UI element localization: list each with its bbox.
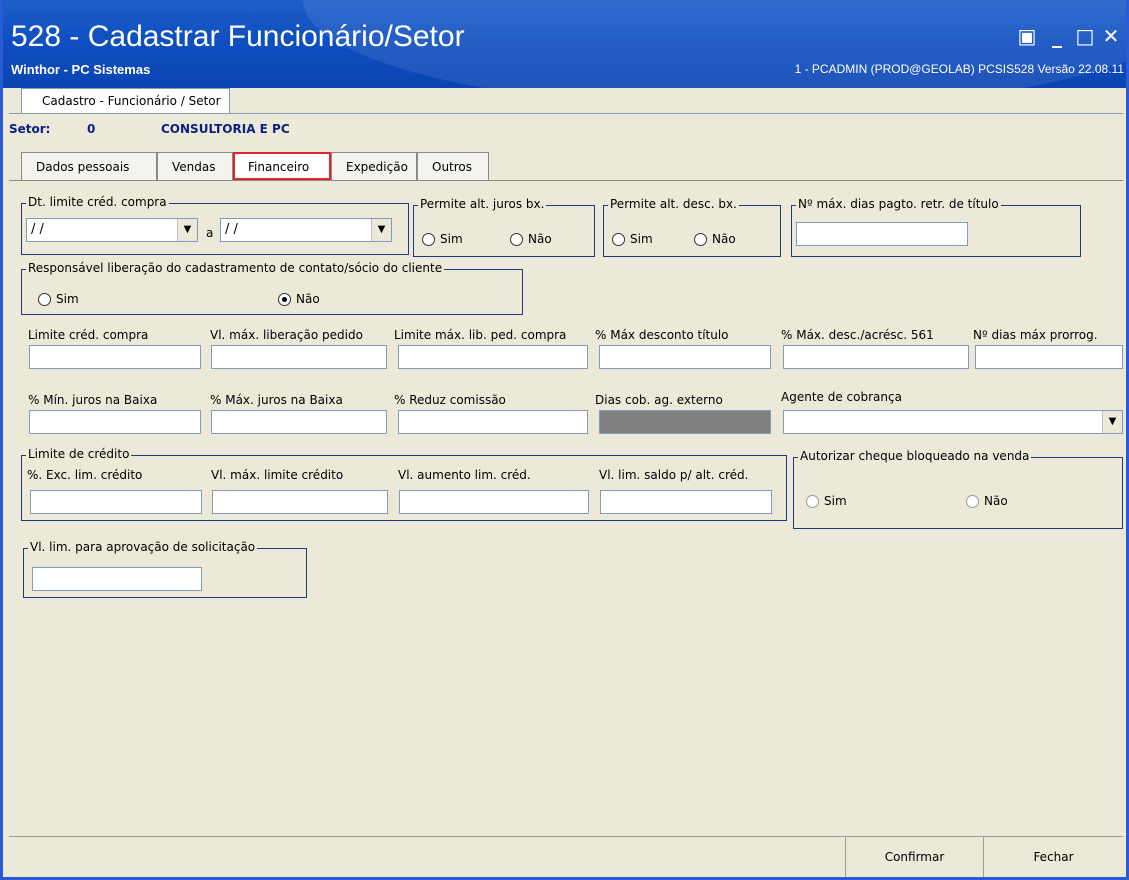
dias-max-prorrog-label: Nº dias máx prorrog.	[973, 328, 1098, 342]
juros-sim-label: Sim	[440, 232, 463, 246]
dt-limite-title: Dt. limite créd. compra	[26, 195, 169, 209]
dias-max-prorrog-input[interactable]	[975, 345, 1123, 369]
vl-max-lim-credito-label: Vl. máx. limite crédito	[211, 468, 344, 482]
agente-cobranca-label: Agente de cobrança	[781, 390, 902, 404]
max-desc-titulo-input[interactable]	[599, 345, 771, 369]
tab-dados-pessoais[interactable]: Dados pessoais	[21, 152, 157, 180]
desc-nao-radio[interactable]: Não	[694, 232, 736, 246]
chevron-down-icon[interactable]: ▼	[177, 219, 197, 241]
setor-code: 0	[87, 122, 96, 136]
exc-lim-credito-input[interactable]	[30, 490, 202, 514]
limite-cred-compra-input[interactable]	[29, 345, 201, 369]
cheque-title: Autorizar cheque bloqueado na venda	[798, 449, 1032, 463]
desc-title: Permite alt. desc. bx.	[608, 197, 739, 211]
max-juros-baixa-label: % Máx. juros na Baixa	[210, 393, 343, 407]
juros-sim-radio[interactable]: Sim	[422, 232, 463, 246]
dias-cob-externo-label: Dias cob. ag. externo	[595, 393, 723, 407]
juros-nao-radio[interactable]: Não	[510, 232, 552, 246]
responsavel-group: Responsável liberação do cadastramento d…	[21, 261, 523, 315]
aprovacao-title: Vl. lim. para aprovação de solicitação	[28, 540, 258, 554]
aprovacao-input[interactable]	[32, 567, 202, 591]
max-dias-title: Nº máx. dias pagto. retr. de título	[796, 197, 1001, 211]
juros-title: Permite alt. juros bx.	[418, 197, 547, 211]
min-juros-baixa-label: % Mín. juros na Baixa	[28, 393, 158, 407]
chevron-down-icon[interactable]: ▼	[1102, 411, 1122, 433]
dt-limite-from[interactable]: / / ▼	[26, 218, 198, 242]
status-bar: Confirmar Fechar	[9, 836, 1123, 877]
restore-icon[interactable]: ▣	[1015, 24, 1039, 48]
cheque-group: Autorizar cheque bloqueado na venda Sim …	[793, 449, 1123, 529]
reduz-comissao-input[interactable]	[398, 410, 588, 434]
agente-cobranca-select[interactable]: ▼	[783, 410, 1123, 434]
responsavel-nao-label: Não	[296, 292, 320, 306]
desc-sim-label: Sim	[630, 232, 653, 246]
cheque-nao-label: Não	[984, 494, 1008, 508]
limite-max-lib-ped-label: Limite máx. lib. ped. compra	[394, 328, 567, 342]
chevron-down-icon[interactable]: ▼	[371, 219, 391, 241]
dt-limite-from-value: / /	[31, 222, 44, 237]
tab-cadastro[interactable]: Cadastro - Funcionário / Setor	[21, 88, 230, 114]
dt-limite-group: Dt. limite créd. compra / / ▼ a / / ▼	[21, 195, 409, 255]
limite-credito-group: Limite de crédito %. Exc. lim. crédito V…	[21, 447, 787, 521]
responsavel-sim-label: Sim	[56, 292, 79, 306]
session-info: 1 - PCADMIN (PROD@GEOLAB) PCSIS528 Versã…	[794, 62, 1124, 76]
cheque-sim-radio[interactable]: Sim	[806, 494, 847, 508]
tab-outros[interactable]: Outros	[417, 152, 489, 180]
tab-financeiro[interactable]: Financeiro	[233, 152, 331, 180]
responsavel-title: Responsável liberação do cadastramento d…	[26, 261, 445, 275]
dt-limite-to[interactable]: / / ▼	[220, 218, 392, 242]
max-juros-baixa-input[interactable]	[211, 410, 387, 434]
desc-nao-label: Não	[712, 232, 736, 246]
desc-sim-radio[interactable]: Sim	[612, 232, 653, 246]
maximize-icon[interactable]: □	[1073, 24, 1097, 48]
dt-limite-sep: a	[206, 226, 214, 240]
vl-aumento-lim-label: Vl. aumento lim. créd.	[398, 468, 531, 482]
app-window: 528 - Cadastrar Funcionário/Setor Wintho…	[0, 0, 1129, 880]
dt-limite-to-value: / /	[225, 222, 238, 237]
vl-lim-saldo-input[interactable]	[600, 490, 772, 514]
limite-max-lib-ped-input[interactable]	[398, 345, 588, 369]
window-title: 528 - Cadastrar Funcionário/Setor	[11, 20, 465, 53]
window-subtitle: Winthor - PC Sistemas	[11, 62, 151, 77]
max-desc-titulo-label: % Máx desconto título	[595, 328, 729, 342]
reduz-comissao-label: % Reduz comissão	[394, 393, 506, 407]
dias-cob-externo-input	[599, 410, 771, 434]
vl-max-lim-credito-input[interactable]	[212, 490, 388, 514]
min-juros-baixa-input[interactable]	[29, 410, 201, 434]
responsavel-nao-radio[interactable]: Não	[278, 292, 320, 306]
vl-aumento-lim-input[interactable]	[399, 490, 589, 514]
cheque-sim-label: Sim	[824, 494, 847, 508]
max-desc-acresc-input[interactable]	[783, 345, 969, 369]
setor-name: CONSULTORIA E PC	[161, 122, 290, 136]
responsavel-sim-radio[interactable]: Sim	[38, 292, 79, 306]
fechar-button[interactable]: Fechar	[983, 837, 1123, 877]
vl-lim-saldo-label: Vl. lim. saldo p/ alt. créd.	[599, 468, 749, 482]
cheque-nao-radio[interactable]: Não	[966, 494, 1008, 508]
close-icon[interactable]: ✕	[1099, 24, 1123, 48]
max-dias-input[interactable]	[796, 222, 968, 246]
vl-max-lib-pedido-input[interactable]	[211, 345, 387, 369]
setor-label: Setor:	[9, 122, 51, 136]
title-bar[interactable]: 528 - Cadastrar Funcionário/Setor Wintho…	[3, 0, 1126, 88]
desc-group: Permite alt. desc. bx. Sim Não	[603, 197, 781, 257]
tab-vendas[interactable]: Vendas	[157, 152, 233, 180]
juros-group: Permite alt. juros bx. Sim Não	[413, 197, 595, 257]
exc-lim-credito-label: %. Exc. lim. crédito	[27, 468, 143, 482]
aprovacao-group: Vl. lim. para aprovação de solicitação	[23, 540, 307, 598]
minimize-icon[interactable]: _	[1045, 24, 1069, 48]
financeiro-panel: Dt. limite créd. compra / / ▼ a / / ▼ Pe…	[9, 181, 1123, 835]
vl-max-lib-pedido-label: Vl. máx. liberação pedido	[210, 328, 363, 342]
max-desc-acresc-label: % Máx. desc./acrésc. 561	[781, 328, 934, 342]
max-dias-group: Nº máx. dias pagto. retr. de título	[791, 197, 1081, 257]
limite-cred-compra-label: Limite créd. compra	[28, 328, 149, 342]
juros-nao-label: Não	[528, 232, 552, 246]
confirmar-button[interactable]: Confirmar	[845, 837, 983, 877]
tab-expedicao[interactable]: Expedição	[331, 152, 417, 180]
limite-credito-title: Limite de crédito	[26, 447, 132, 461]
